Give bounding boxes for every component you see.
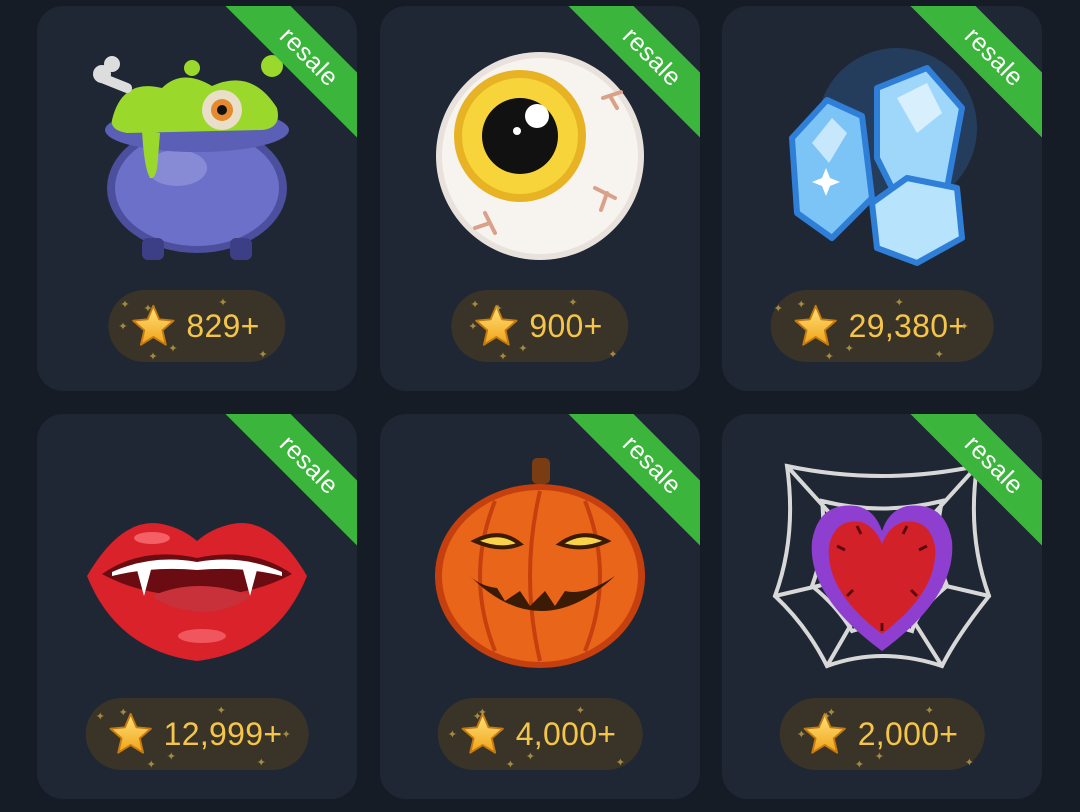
price-pill: 4,000+ ✦ ✦ ✦ ✦ ✦ ✦ ✦ xyxy=(437,698,643,771)
sparkle-decoration: ✦ xyxy=(148,351,158,363)
resale-ribbon: resale xyxy=(560,414,700,554)
sparkle-decoration: ✦ xyxy=(118,321,128,333)
sparkle-decoration: ✦ xyxy=(498,351,508,363)
resale-label: resale xyxy=(222,6,357,144)
sparkle-decoration: ✦ xyxy=(120,299,130,311)
sparkle-decoration: ✦ xyxy=(568,297,578,309)
sparkle-decoration: ✦ xyxy=(166,751,176,763)
gift-card-spiderweb-heart[interactable]: resale 2,000+ ✦ ✦ ✦ ✦ ✦ ✦ ✦ xyxy=(722,414,1042,799)
sparkle-decoration: ✦ xyxy=(518,343,528,355)
sparkle-decoration: ✦ xyxy=(934,349,944,361)
price-value: 29,380+ xyxy=(848,307,968,344)
sparkle-decoration: ✦ xyxy=(824,351,834,363)
price-value: 12,999+ xyxy=(163,715,283,752)
price-value: 900+ xyxy=(529,307,603,344)
sparkle-decoration: ✦ xyxy=(468,321,478,333)
resale-label: resale xyxy=(907,414,1042,552)
sparkle-decoration: ✦ xyxy=(505,759,515,771)
sparkle-decoration: ✦ xyxy=(118,707,128,719)
sparkle-decoration: ✦ xyxy=(95,711,105,723)
price-pill: 12,999+ ✦ ✦ ✦ ✦ ✦ ✦ ✦ xyxy=(85,698,309,771)
resale-ribbon: resale xyxy=(902,414,1042,554)
gift-card-pumpkin[interactable]: resale 4,000+ ✦ ✦ ✦ ✦ ✦ ✦ ✦ xyxy=(380,414,700,799)
sparkle-decoration: ✦ xyxy=(796,299,806,311)
price-pill: 829+ ✦ ✦ ✦ ✦ ✦ ✦ ✦ xyxy=(108,290,286,363)
sparkle-decoration: ✦ xyxy=(281,729,291,741)
price-value: 829+ xyxy=(186,307,260,344)
sparkle-decoration: ✦ xyxy=(844,343,854,355)
sparkle-decoration: ✦ xyxy=(796,729,806,741)
sparkle-decoration: ✦ xyxy=(146,759,156,771)
resale-ribbon: resale xyxy=(217,414,357,554)
sparkle-decoration: ✦ xyxy=(874,751,884,763)
sparkle-decoration: ✦ xyxy=(615,757,625,769)
resale-ribbon: resale xyxy=(217,6,357,146)
gift-card-cauldron[interactable]: resale 829+ ✦ ✦ ✦ ✦ ✦ ✦ ✦ xyxy=(37,6,357,391)
resale-ribbon: resale xyxy=(560,6,700,146)
sparkle-decoration: ✦ xyxy=(472,711,482,723)
resale-ribbon: resale xyxy=(902,6,1042,146)
price-pill: 900+ ✦ ✦ ✦ ✦ ✦ ✦ ✦ xyxy=(451,290,629,363)
sparkle-decoration: ✦ xyxy=(525,751,535,763)
gift-card-vampire-lips[interactable]: resale 12,999+ ✦ ✦ ✦ ✦ ✦ ✦ ✦ xyxy=(37,414,357,799)
gift-card-eyeball[interactable]: resale 900+ ✦ ✦ ✦ ✦ ✦ ✦ ✦ xyxy=(380,6,700,391)
star-icon xyxy=(108,711,154,757)
sparkle-decoration: ✦ xyxy=(493,303,503,315)
resale-label: resale xyxy=(565,414,700,552)
sparkle-decoration: ✦ xyxy=(924,705,934,717)
resale-label: resale xyxy=(565,6,700,144)
sparkle-decoration: ✦ xyxy=(470,299,480,311)
sparkle-decoration: ✦ xyxy=(143,303,153,315)
sparkle-decoration: ✦ xyxy=(821,711,831,723)
sparkle-decoration: ✦ xyxy=(258,349,268,361)
price-value: 4,000+ xyxy=(515,715,617,752)
sparkle-decoration: ✦ xyxy=(168,343,178,355)
sparkle-decoration: ✦ xyxy=(959,321,969,333)
price-pill: 2,000+ ✦ ✦ ✦ ✦ ✦ ✦ ✦ xyxy=(779,698,985,771)
gift-card-crystals[interactable]: resale 29,380+ ✦ ✦ ✦ ✦ ✦ ✦ ✦ xyxy=(722,6,1042,391)
price-value: 2,000+ xyxy=(857,715,959,752)
gift-grid: resale 829+ ✦ ✦ ✦ ✦ ✦ ✦ ✦ resale 900+ ✦ ✦ ✦ ✦ ✦ ✦ ✦ xyxy=(0,0,1080,812)
resale-label: resale xyxy=(222,414,357,552)
sparkle-decoration: ✦ xyxy=(575,705,585,717)
sparkle-decoration: ✦ xyxy=(894,297,904,309)
sparkle-decoration: ✦ xyxy=(854,759,864,771)
sparkle-decoration: ✦ xyxy=(964,757,974,769)
price-pill: 29,380+ ✦ ✦ ✦ ✦ ✦ ✦ ✦ xyxy=(770,290,994,363)
resale-label: resale xyxy=(907,6,1042,144)
sparkle-decoration: ✦ xyxy=(773,303,783,315)
sparkle-decoration: ✦ xyxy=(216,705,226,717)
sparkle-decoration: ✦ xyxy=(447,729,457,741)
sparkle-decoration: ✦ xyxy=(256,757,266,769)
sparkle-decoration: ✦ xyxy=(608,349,618,361)
sparkle-decoration: ✦ xyxy=(218,297,228,309)
